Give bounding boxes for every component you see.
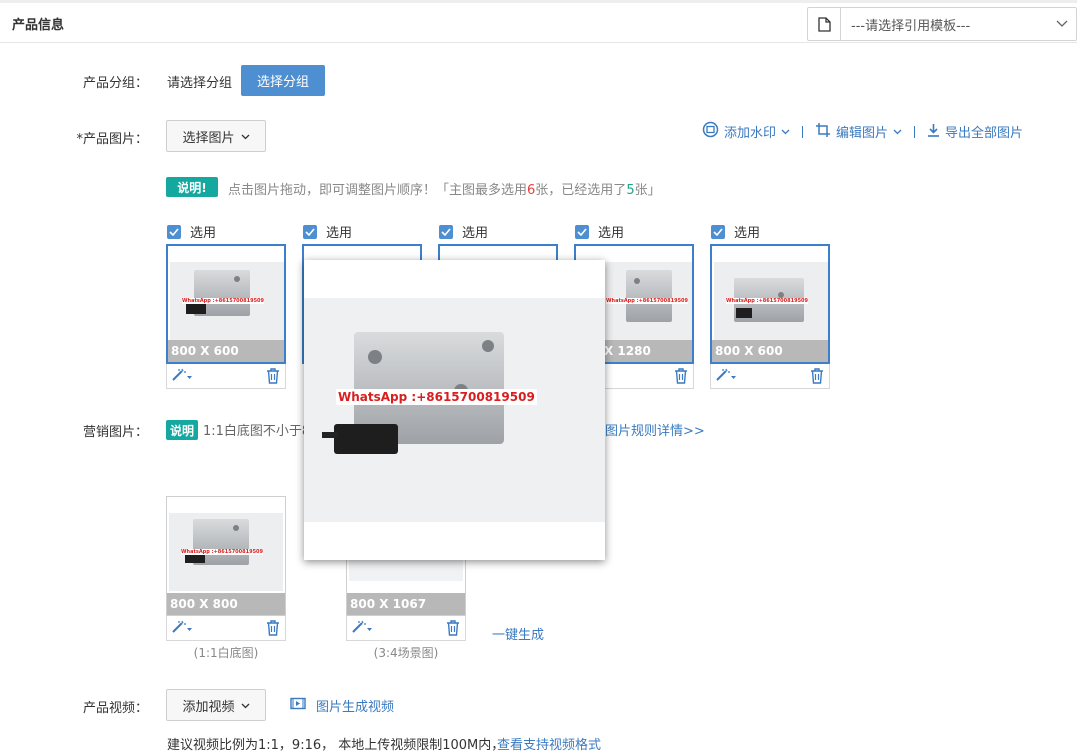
select-images-button[interactable]: 选择图片 bbox=[166, 120, 266, 152]
marketing-caption-scene: (3:4场景图) bbox=[373, 646, 439, 660]
template-select[interactable]: ---请选择引用模板--- bbox=[807, 7, 1077, 41]
image-tools-1 bbox=[166, 364, 286, 389]
marketing-tools-1 bbox=[166, 616, 286, 641]
section-title: 产品信息 bbox=[12, 18, 65, 33]
trash-icon[interactable] bbox=[266, 368, 280, 388]
trash-icon[interactable] bbox=[446, 620, 460, 640]
selected-image-count: 5 bbox=[626, 183, 635, 198]
chevron-down-icon bbox=[241, 129, 250, 144]
checkbox-checked-icon bbox=[439, 224, 453, 239]
export-all-images-label: 导出全部图片 bbox=[945, 126, 1024, 141]
toolbar-divider bbox=[914, 125, 916, 138]
group-label: 产品分组： bbox=[82, 76, 148, 91]
info-tag: 说明! bbox=[166, 177, 218, 197]
checkbox-checked-icon bbox=[711, 224, 725, 239]
marketing-label: 营销图片： bbox=[82, 425, 148, 440]
generate-video-label: 图片生成视频 bbox=[316, 700, 395, 715]
trash-icon[interactable] bbox=[266, 620, 280, 640]
add-watermark-button[interactable]: 添加水印 bbox=[702, 121, 790, 142]
template-select-value: ---请选择引用模板--- bbox=[851, 18, 971, 34]
document-icon bbox=[808, 8, 841, 40]
trash-icon[interactable] bbox=[674, 368, 688, 388]
image-tools-5 bbox=[710, 364, 830, 389]
checkbox-checked-icon bbox=[575, 224, 589, 239]
image-toolbar: 添加水印 编辑图片 导出全部图片 bbox=[702, 121, 1023, 142]
images-hint: 点击图片拖动，即可调整图片顺序！「主图最多选用6张，已经选用了5张」 bbox=[228, 179, 661, 198]
add-video-button[interactable]: 添加视频 bbox=[166, 689, 266, 721]
select-checkbox-2[interactable]: 选用 bbox=[303, 222, 352, 241]
image-preview-popup: WhatsApp :+8615700819509 bbox=[304, 260, 605, 560]
generate-marketing-link[interactable]: 一键生成 bbox=[492, 624, 544, 643]
preview-product-photo bbox=[304, 298, 605, 522]
chevron-down-icon bbox=[781, 124, 790, 139]
film-icon bbox=[290, 697, 306, 714]
select-checkbox-4[interactable]: 选用 bbox=[575, 222, 624, 241]
image-size-label: 800 X 800 bbox=[167, 593, 285, 615]
select-images-label: 选择图片 bbox=[182, 130, 235, 146]
magic-wand-icon[interactable] bbox=[171, 620, 193, 634]
edit-image-button[interactable]: 编辑图片 bbox=[815, 122, 902, 142]
select-checkbox-3[interactable]: 选用 bbox=[439, 222, 488, 241]
generate-video-link[interactable]: 图片生成视频 bbox=[290, 696, 394, 715]
marketing-tools-2 bbox=[346, 616, 466, 641]
watermark-icon bbox=[702, 121, 719, 142]
preview-watermark: WhatsApp :+8615700819509 bbox=[336, 389, 537, 405]
group-placeholder: 请选择分组 bbox=[167, 76, 233, 91]
image-rules-link[interactable]: 图片规则详情>> bbox=[605, 420, 705, 439]
photo-watermark: WhatsApp :+8615700819509 bbox=[606, 298, 688, 304]
image-size-label: 800 X 600 bbox=[168, 340, 284, 362]
marketing-hint: 1:1白底图不小于8 bbox=[203, 424, 311, 439]
chevron-down-icon bbox=[893, 124, 902, 139]
video-label: 产品视频： bbox=[82, 701, 148, 716]
section-header: 产品信息 ---请选择引用模板--- bbox=[0, 3, 1077, 43]
images-label: *产品图片： bbox=[76, 132, 148, 147]
select-group-button[interactable]: 选择分组 bbox=[241, 65, 325, 96]
images-hint-middle: 张，已经选用了 bbox=[535, 183, 627, 198]
select-checkbox-5[interactable]: 选用 bbox=[711, 222, 760, 241]
photo-watermark: WhatsApp :+8615700819509 bbox=[726, 298, 808, 304]
video-hint: 建议视频比例为1:1，9:16， 本地上传视频限制100M内， bbox=[167, 738, 505, 753]
select-label: 选用 bbox=[734, 226, 761, 241]
edit-image-label: 编辑图片 bbox=[836, 126, 889, 141]
image-size-label: 800 X 1067 bbox=[347, 593, 465, 615]
checkbox-checked-icon bbox=[167, 224, 181, 239]
product-image-5[interactable]: WhatsApp :+8615700819509 800 X 600 bbox=[710, 244, 830, 364]
photo-watermark: WhatsApp :+8615700819509 bbox=[182, 298, 264, 304]
select-label: 选用 bbox=[462, 226, 489, 241]
select-checkbox-1[interactable]: 选用 bbox=[167, 222, 216, 241]
marketing-info-tag: 说明 bbox=[166, 420, 198, 440]
chevron-down-icon bbox=[241, 698, 250, 713]
select-label: 选用 bbox=[326, 226, 353, 241]
images-hint-before: 点击图片拖动，即可调整图片顺序！「主图最多选用 bbox=[228, 183, 528, 198]
magic-wand-icon[interactable] bbox=[171, 368, 193, 382]
chevron-down-icon bbox=[1048, 20, 1076, 28]
add-video-label: 添加视频 bbox=[182, 699, 235, 715]
photo-watermark: WhatsApp :+8615700819509 bbox=[181, 549, 263, 555]
select-label: 选用 bbox=[190, 226, 217, 241]
marketing-image-square[interactable]: WhatsApp :+8615700819509 800 X 800 bbox=[166, 496, 286, 616]
checkbox-checked-icon bbox=[303, 224, 317, 239]
video-formats-link[interactable]: 查看支持视频格式 bbox=[497, 734, 601, 753]
magic-wand-icon[interactable] bbox=[351, 620, 373, 634]
marketing-caption-square: (1:1白底图) bbox=[193, 646, 259, 660]
image-size-label: 800 X 600 bbox=[712, 340, 828, 362]
trash-icon[interactable] bbox=[810, 368, 824, 388]
crop-icon bbox=[815, 122, 831, 142]
product-image-1[interactable]: WhatsApp :+8615700819509 800 X 600 bbox=[166, 244, 286, 364]
toolbar-divider bbox=[802, 125, 804, 138]
add-watermark-label: 添加水印 bbox=[724, 126, 777, 141]
magic-wand-icon[interactable] bbox=[715, 368, 737, 382]
export-all-images-button[interactable]: 导出全部图片 bbox=[927, 122, 1023, 141]
images-hint-after: 张」 bbox=[634, 183, 661, 198]
download-icon bbox=[927, 123, 940, 141]
select-label: 选用 bbox=[598, 226, 625, 241]
